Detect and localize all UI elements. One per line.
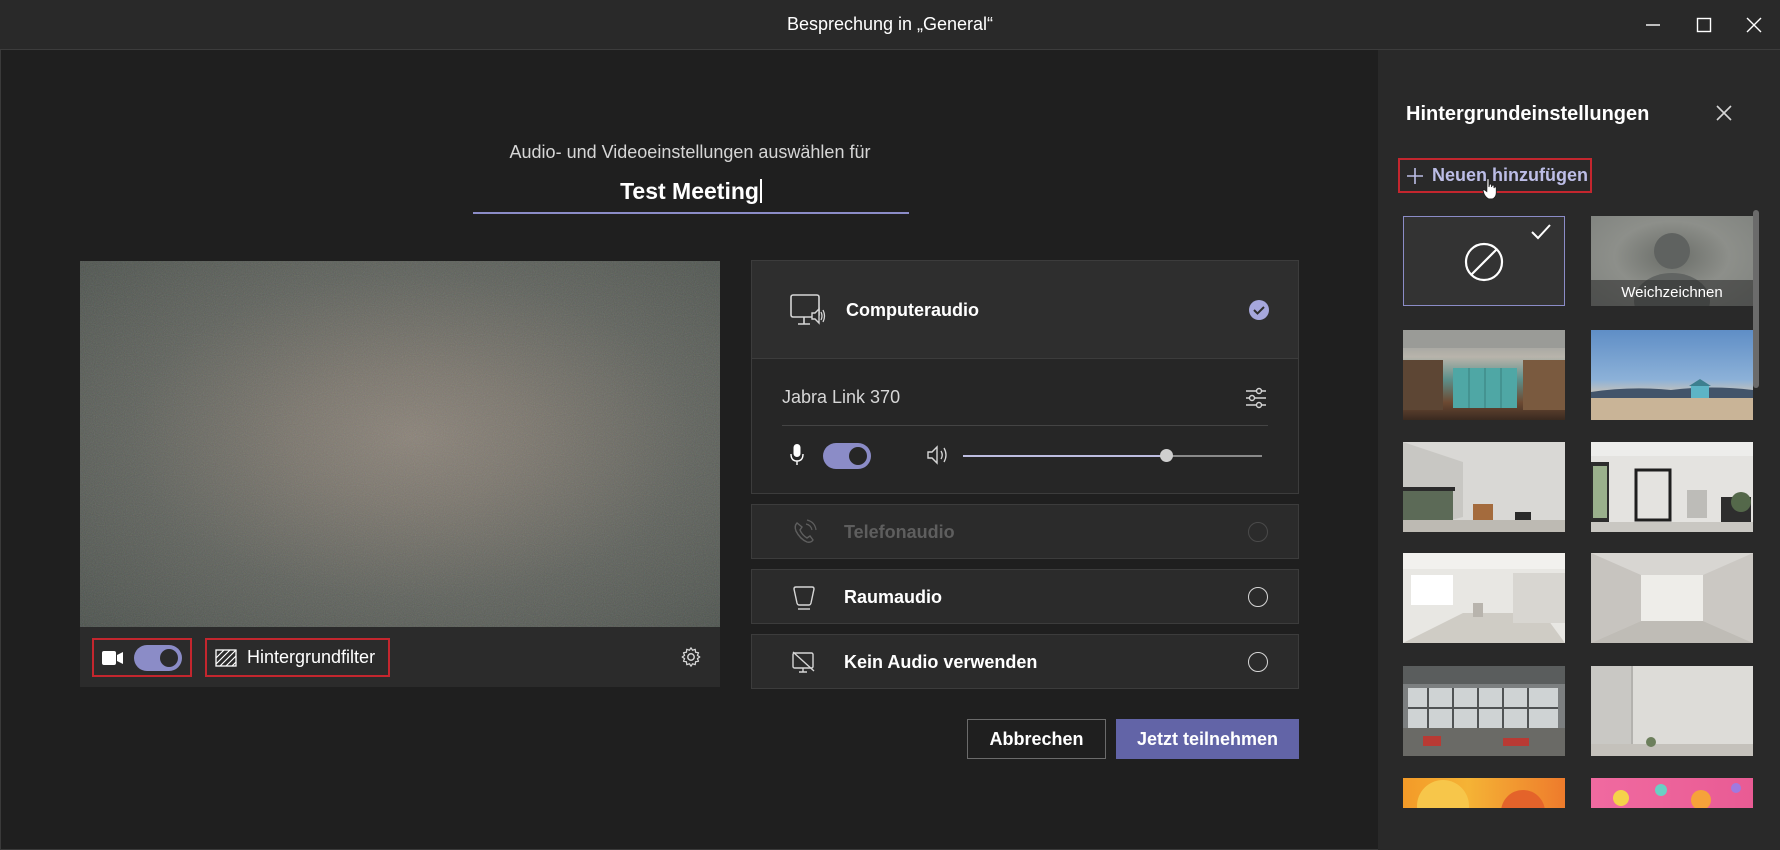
room-audio-radio[interactable] bbox=[1248, 587, 1268, 607]
add-new-label: Neuen hinzufügen bbox=[1432, 165, 1588, 185]
title-bar: Besprechung in „General“ bbox=[0, 0, 1780, 50]
volume-slider-thumb[interactable] bbox=[1160, 449, 1174, 462]
white-room-image bbox=[1403, 442, 1565, 532]
background-filter-icon bbox=[215, 648, 237, 667]
no-audio-icon bbox=[792, 651, 815, 673]
background-settings-panel: Hintergrundeinstellungen Neuen hinzufüge… bbox=[1378, 50, 1780, 850]
maximize-icon bbox=[1696, 17, 1712, 33]
studio-image bbox=[1403, 553, 1565, 643]
microphone-icon bbox=[790, 444, 804, 465]
room-audio-label: Raumaudio bbox=[844, 587, 943, 607]
white-room-image bbox=[1591, 442, 1753, 532]
phone-icon bbox=[794, 519, 817, 543]
maximize-button[interactable] bbox=[1679, 0, 1729, 50]
hall-image bbox=[1591, 553, 1753, 643]
background-pink-bubbles[interactable] bbox=[1591, 778, 1753, 808]
blur-label: Weichzeichnen bbox=[1591, 280, 1753, 306]
audio-device-panel: Jabra Link 370 bbox=[751, 359, 1299, 494]
background-beach[interactable] bbox=[1591, 330, 1753, 420]
hand-cursor-icon bbox=[1482, 178, 1497, 200]
office-image bbox=[1403, 330, 1565, 410]
background-blur-option[interactable]: Weichzeichnen bbox=[1591, 216, 1753, 306]
background-loft-office[interactable] bbox=[1403, 666, 1565, 756]
selected-check-icon bbox=[1249, 300, 1269, 320]
volume-slider[interactable] bbox=[963, 449, 1262, 462]
loft-image bbox=[1403, 666, 1565, 756]
room-audio-option[interactable]: Raumaudio bbox=[751, 569, 1299, 624]
background-none-option[interactable] bbox=[1403, 216, 1565, 306]
background-filter-label: Hintergrundfilter bbox=[247, 647, 376, 667]
prejoin-subtitle: Audio- und Videoeinstellungen auswählen … bbox=[509, 142, 871, 162]
phone-audio-label: Telefonaudio bbox=[844, 522, 955, 542]
plus-icon bbox=[1407, 167, 1423, 184]
no-audio-label: Kein Audio verwenden bbox=[844, 652, 1038, 672]
computer-audio-icon bbox=[790, 294, 826, 325]
background-white-room-2[interactable] bbox=[1591, 442, 1753, 532]
bubbles-image bbox=[1613, 783, 1741, 808]
speaker-volume-icon bbox=[927, 445, 947, 465]
video-preview bbox=[80, 261, 720, 627]
meeting-name-field[interactable]: Test Meeting bbox=[473, 178, 909, 214]
microphone-toggle[interactable] bbox=[823, 443, 871, 469]
close-panel-icon[interactable] bbox=[1711, 100, 1737, 126]
bubbles-image bbox=[1417, 780, 1545, 808]
computer-audio-option[interactable]: Computeraudio bbox=[751, 260, 1299, 359]
close-window-button[interactable] bbox=[1729, 0, 1779, 50]
minimal-room-image bbox=[1591, 666, 1753, 756]
background-minimal-room[interactable] bbox=[1591, 666, 1753, 756]
background-panel-title: Hintergrundeinstellungen bbox=[1406, 103, 1650, 125]
beach-image bbox=[1591, 379, 1753, 420]
no-background-icon bbox=[1464, 242, 1504, 282]
volume-slider-fill bbox=[963, 455, 1167, 457]
cancel-button[interactable]: Abbrechen bbox=[967, 719, 1106, 759]
text-caret bbox=[759, 179, 762, 203]
video-controls-bar: Hintergrundfilter bbox=[80, 627, 720, 687]
background-white-studio[interactable] bbox=[1403, 553, 1565, 643]
device-settings-sliders-icon[interactable] bbox=[1244, 387, 1268, 409]
selected-checkmark-icon bbox=[1531, 224, 1551, 240]
device-divider bbox=[782, 425, 1268, 426]
background-list-scrollbar[interactable] bbox=[1753, 210, 1759, 388]
computer-audio-label: Computeraudio bbox=[846, 300, 979, 320]
background-white-room-1[interactable] bbox=[1403, 442, 1565, 532]
phone-audio-option[interactable]: Telefonaudio bbox=[751, 504, 1299, 559]
camera-toggle[interactable] bbox=[134, 644, 182, 671]
device-settings-gear-icon[interactable] bbox=[680, 646, 702, 668]
audio-device-name: Jabra Link 370 bbox=[782, 387, 901, 407]
background-office-teal-lockers[interactable] bbox=[1403, 330, 1565, 420]
minimize-icon bbox=[1646, 24, 1660, 26]
background-white-hall[interactable] bbox=[1591, 553, 1753, 643]
join-now-button[interactable]: Jetzt teilnehmen bbox=[1116, 719, 1299, 759]
close-icon bbox=[1746, 17, 1762, 33]
camera-toggle-group[interactable] bbox=[92, 638, 192, 677]
background-filter-button[interactable]: Hintergrundfilter bbox=[205, 638, 390, 677]
minimize-button[interactable] bbox=[1628, 0, 1678, 50]
window-title: Besprechung in „General“ bbox=[786, 14, 994, 34]
no-audio-option[interactable]: Kein Audio verwenden bbox=[751, 634, 1299, 689]
camera-icon bbox=[102, 650, 123, 665]
background-orange-bubbles[interactable] bbox=[1403, 778, 1565, 808]
room-audio-icon bbox=[793, 586, 815, 610]
no-audio-radio[interactable] bbox=[1248, 652, 1268, 672]
video-noise bbox=[80, 261, 720, 627]
meeting-name-text: Test Meeting bbox=[620, 178, 759, 204]
phone-audio-radio[interactable] bbox=[1248, 522, 1268, 542]
